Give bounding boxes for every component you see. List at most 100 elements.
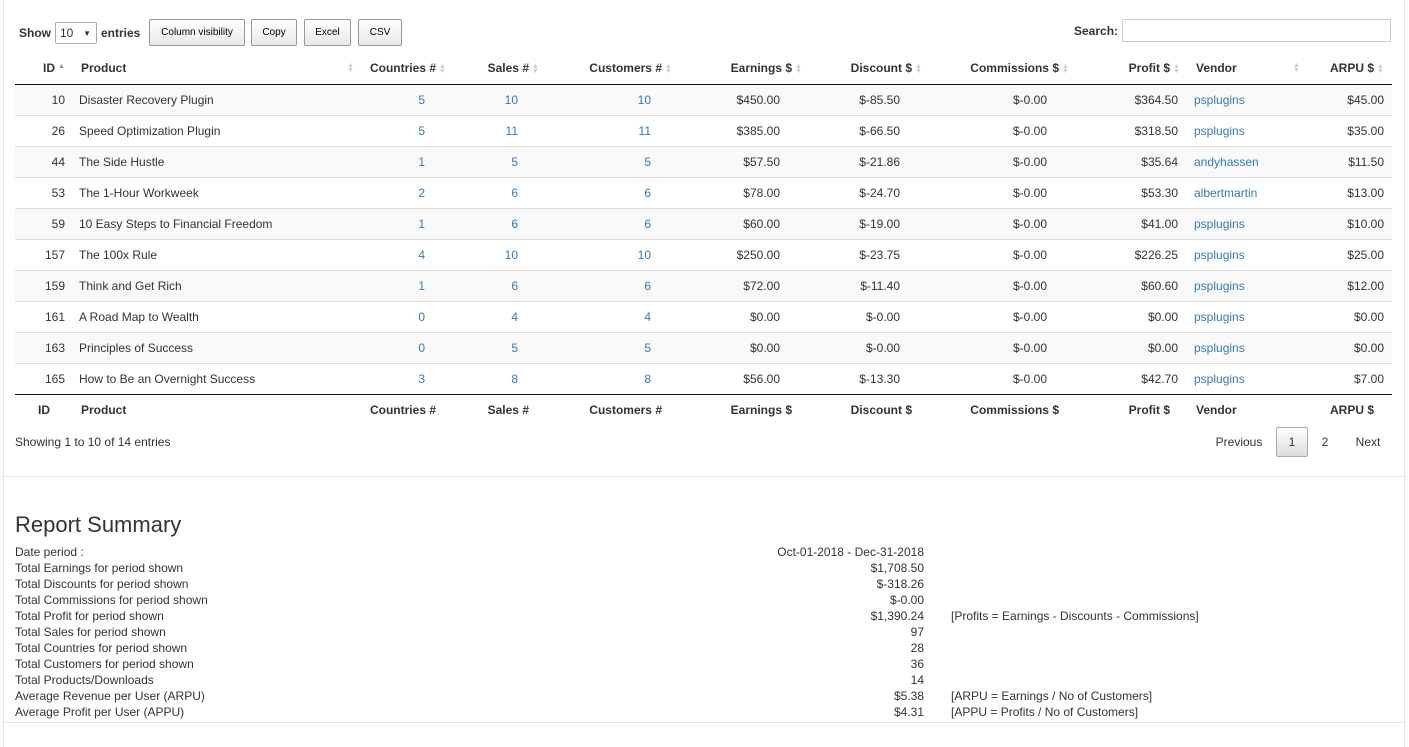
cell-vendor[interactable]: psplugins — [1188, 114, 1306, 146]
cell-sales[interactable]: 5 — [454, 331, 547, 363]
pagination-next[interactable]: Next — [1345, 427, 1391, 457]
cell-customers[interactable]: 10 — [547, 238, 680, 270]
cell-arpu: $25.00 — [1306, 238, 1392, 270]
cell-customers[interactable]: 5 — [547, 331, 680, 363]
cell-countries[interactable]: 4 — [360, 238, 454, 270]
cell-countries[interactable]: 1 — [360, 145, 454, 177]
pagination-page-1[interactable]: 1 — [1276, 427, 1308, 457]
cell-sales[interactable]: 10 — [454, 238, 547, 270]
cell-vendor[interactable]: psplugins — [1188, 84, 1306, 115]
column-header-discount[interactable]: Discount $ ▲ ▼ — [810, 53, 930, 85]
cell-countries[interactable]: 1 — [360, 207, 454, 239]
cell-profit: $226.25 — [1077, 238, 1188, 270]
cell-vendor[interactable]: psplugins — [1188, 331, 1306, 363]
report-summary-title: Report Summary — [15, 512, 182, 537]
cell-commissions: $-0.00 — [930, 300, 1077, 332]
cell-earnings: $0.00 — [680, 300, 810, 332]
summary-value: $5.38 — [893, 689, 924, 703]
column-header-commissions[interactable]: Commissions $ ▲ ▼ — [930, 53, 1077, 85]
cell-customers[interactable]: 6 — [547, 176, 680, 208]
footer-countries: Countries # — [360, 393, 454, 425]
cell-commissions: $-0.00 — [930, 207, 1077, 239]
cell-countries[interactable]: 0 — [360, 331, 454, 363]
cell-sales[interactable]: 4 — [454, 300, 547, 332]
cell-product: 10 Easy Steps to Financial Freedom — [73, 207, 360, 239]
cell-countries[interactable]: 0 — [360, 300, 454, 332]
excel-button[interactable]: Excel — [304, 19, 351, 46]
column-header-product[interactable]: Product ▲ ▼ — [73, 53, 360, 85]
table-row: 10 Disaster Recovery Plugin 5 10 10 $450.00 $-… — [15, 84, 1392, 115]
cell-customers[interactable]: 6 — [547, 207, 680, 239]
table-row: 161 A Road Map to Wealth 0 4 4 $0.00 $-0.00 $-0… — [15, 300, 1392, 332]
cell-countries[interactable]: 1 — [360, 269, 454, 301]
cell-profit: $35.64 — [1077, 145, 1188, 177]
cell-product: Principles of Success — [73, 331, 360, 363]
section-divider — [4, 476, 1404, 477]
csv-button[interactable]: CSV — [358, 19, 402, 46]
cell-vendor[interactable]: albertmartin — [1188, 176, 1306, 208]
column-visibility-button[interactable]: Column visibility — [149, 19, 245, 46]
cell-sales[interactable]: 6 — [454, 269, 547, 301]
column-header-countries[interactable]: Countries # ▲ ▼ — [360, 53, 454, 85]
summary-row: Date period : Oct-01-2018 - Dec-31-2018 — [15, 545, 1315, 561]
column-header-vendor[interactable]: Vendor ▲ ▼ — [1188, 53, 1306, 85]
pagination-previous[interactable]: Previous — [1208, 427, 1270, 457]
column-header-label: Customers # — [589, 61, 662, 76]
cell-countries[interactable]: 3 — [360, 362, 454, 394]
cell-vendor[interactable]: psplugins — [1188, 362, 1306, 394]
summary-row: Total Profit for period shown $1,390.24 [P… — [15, 609, 1315, 625]
search-input[interactable] — [1122, 19, 1391, 42]
summary-row: Total Discounts for period shown $-318.26 — [15, 577, 1315, 593]
cell-id: 159 — [15, 269, 73, 301]
entries-select[interactable]: 10 ▼ — [55, 22, 97, 44]
cell-id: 161 — [15, 300, 73, 332]
cell-earnings: $78.00 — [680, 176, 810, 208]
column-header-customers[interactable]: Customers # ▲ ▼ — [547, 53, 680, 85]
summary-formula-note: [APPU = Profits / No of Customers] — [951, 705, 1139, 719]
cell-profit: $0.00 — [1077, 300, 1188, 332]
cell-countries[interactable]: 5 — [360, 84, 454, 115]
cell-customers[interactable]: 11 — [547, 114, 680, 146]
cell-countries[interactable]: 5 — [360, 114, 454, 146]
cell-arpu: $7.00 — [1306, 362, 1392, 394]
cell-profit: $318.50 — [1077, 114, 1188, 146]
copy-button[interactable]: Copy — [251, 19, 297, 46]
column-header-label: Commissions $ — [970, 61, 1059, 76]
cell-customers[interactable]: 10 — [547, 84, 680, 115]
pagination-page-2[interactable]: 2 — [1309, 427, 1341, 457]
sort-icon: ▲ ▼ — [1293, 62, 1300, 75]
cell-vendor[interactable]: psplugins — [1188, 300, 1306, 332]
cell-customers[interactable]: 8 — [547, 362, 680, 394]
cell-vendor[interactable]: psplugins — [1188, 207, 1306, 239]
cell-vendor[interactable]: andyhassen — [1188, 145, 1306, 177]
cell-sales[interactable]: 6 — [454, 207, 547, 239]
cell-customers[interactable]: 5 — [547, 145, 680, 177]
summary-row: Total Commissions for period shown $-0.00 — [15, 593, 1315, 609]
column-header-arpu[interactable]: ARPU $ ▲ ▼ — [1306, 53, 1392, 85]
column-header-earnings[interactable]: Earnings $ ▲ ▼ — [680, 53, 810, 85]
cell-discount: $-85.50 — [810, 84, 930, 115]
table-row: 53 The 1-Hour Workweek 2 6 6 $78.00 $-24.70 $-0… — [15, 176, 1392, 208]
cell-sales[interactable]: 5 — [454, 145, 547, 177]
cell-discount: $-23.75 — [810, 238, 930, 270]
column-header-id[interactable]: ID ▲ — [15, 53, 73, 85]
summary-row: Average Profit per User (APPU) $4.31 [APPU… — [15, 705, 1315, 721]
cell-sales[interactable]: 10 — [454, 84, 547, 115]
cell-vendor[interactable]: psplugins — [1188, 269, 1306, 301]
column-header-sales[interactable]: Sales # ▲ ▼ — [454, 53, 547, 85]
summary-value: $4.31 — [893, 705, 924, 719]
column-header-profit[interactable]: Profit $ ▲ ▼ — [1077, 53, 1188, 85]
cell-sales[interactable]: 6 — [454, 176, 547, 208]
products-table: ID ▲ Product ▲ ▼ Countries # ▲ ▼ Sales # ▲ ▼ Cu… — [15, 53, 1392, 425]
cell-customers[interactable]: 4 — [547, 300, 680, 332]
cell-customers[interactable]: 6 — [547, 269, 680, 301]
cell-vendor[interactable]: psplugins — [1188, 238, 1306, 270]
cell-commissions: $-0.00 — [930, 331, 1077, 363]
cell-commissions: $-0.00 — [930, 238, 1077, 270]
cell-earnings: $385.00 — [680, 114, 810, 146]
summary-label: Date period : — [15, 545, 84, 559]
cell-sales[interactable]: 11 — [454, 114, 547, 146]
cell-countries[interactable]: 2 — [360, 176, 454, 208]
summary-formula-note: [Profits = Earnings - Discounts - Commis… — [951, 609, 1199, 623]
cell-sales[interactable]: 8 — [454, 362, 547, 394]
